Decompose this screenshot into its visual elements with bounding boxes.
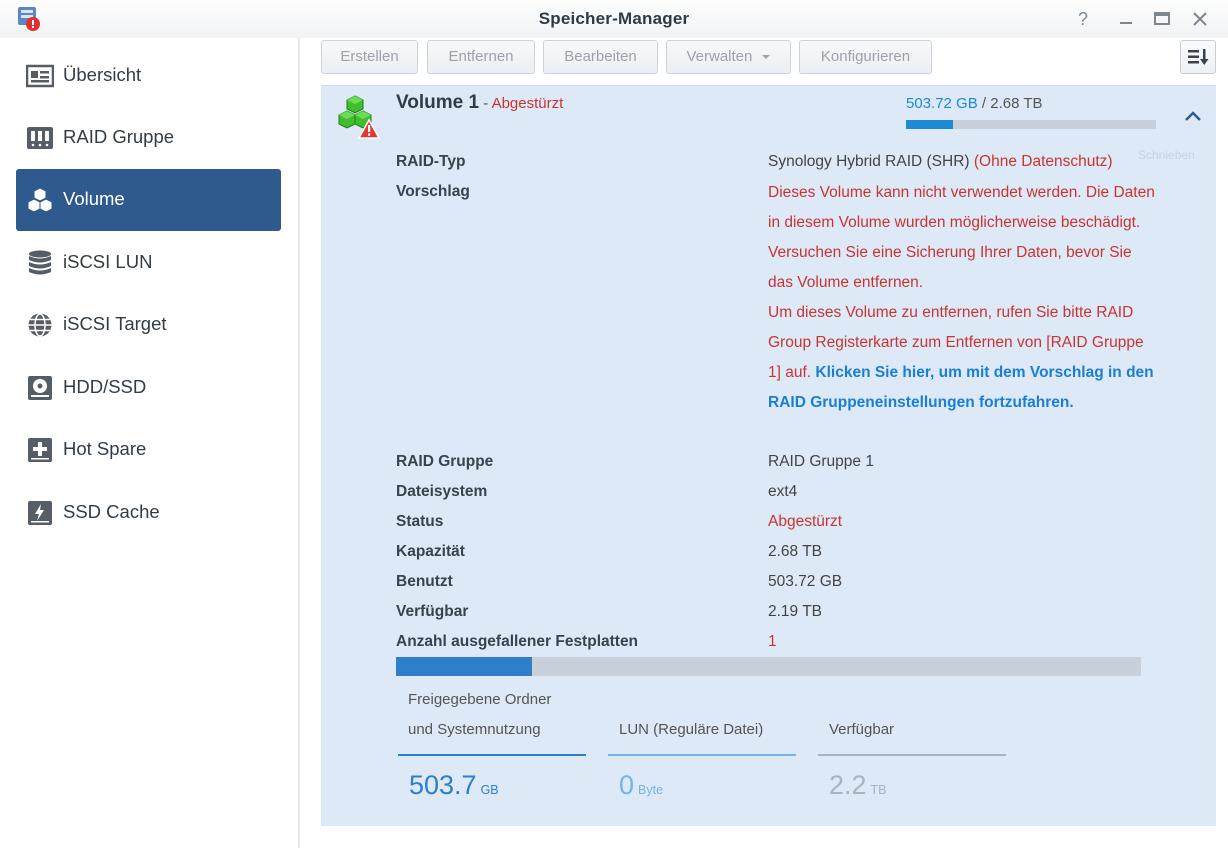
usage-separator: /	[977, 95, 991, 112]
stat-label-line2: LUN (Reguläre Datei)	[619, 721, 764, 738]
suggestion-text: Dieses Volume kann nicht verwendet werde…	[768, 178, 1158, 418]
usage-bar-fill	[396, 657, 533, 676]
stat-unit: GB	[480, 783, 499, 797]
plus-box-icon	[28, 438, 52, 462]
database-icon	[29, 250, 51, 275]
suggestion-paragraph-1: Dieses Volume kann nicht verwendet werde…	[768, 184, 1155, 291]
raid-group-label: RAID Gruppe	[396, 453, 494, 470]
status-value: Abgestürzt	[768, 513, 843, 530]
volume-used: 503.72 GB	[906, 95, 978, 112]
disk-icon	[28, 376, 52, 400]
volume-name: Volume 1	[396, 92, 480, 113]
sidebar-item-label: Volume	[63, 188, 125, 209]
sidebar-item-raid-group[interactable]: RAID Gruppe	[16, 107, 281, 169]
raid-type-label: RAID-Typ	[396, 153, 466, 170]
stat-unit: TB	[870, 783, 887, 797]
edit-button[interactable]: Bearbeiten	[543, 40, 658, 74]
volume-separator: -	[479, 95, 492, 112]
stat-underline-available	[818, 754, 1006, 756]
stat-underline-lun	[608, 754, 796, 756]
raid-type-text: Synology Hybrid RAID (SHR)	[768, 153, 970, 170]
filesystem-value: ext4	[768, 483, 798, 500]
manage-dropdown-button[interactable]: Verwalten	[666, 40, 791, 74]
suggestion-link[interactable]: Klicken Sie hier, um mit dem Vorschlag i…	[768, 364, 1154, 411]
sidebar-item-hdd-ssd[interactable]: HDD/SSD	[16, 357, 281, 419]
failed-disks-label: Anzahl ausgefallener Festplatten	[396, 633, 639, 650]
minimize-icon[interactable]	[1115, 8, 1137, 30]
status-label: Status	[396, 513, 444, 530]
collapse-chevron-up-icon[interactable]	[1180, 104, 1206, 130]
configure-button[interactable]: Konfigurieren	[799, 40, 932, 74]
sidebar-item-label: Übersicht	[63, 64, 142, 85]
stat-underline-shared-folders	[398, 754, 586, 756]
cache-icon	[28, 501, 52, 525]
chevron-down-icon	[761, 55, 770, 60]
available-label: Verfügbar	[396, 603, 469, 620]
remove-button[interactable]: Entfernen	[427, 40, 535, 74]
capacity-value: 2.68 TB	[768, 543, 823, 560]
stat-label-lun: LUN (Reguläre Datei)	[619, 715, 763, 745]
window-title: Speicher-Manager	[538, 9, 690, 28]
sort-button[interactable]	[1180, 40, 1216, 74]
stat-number: 503.7	[409, 770, 477, 800]
capacity-label: Kapazität	[396, 543, 465, 560]
volume-usage-mini-fill	[906, 120, 953, 129]
available-value: 2.19 TB	[768, 603, 823, 620]
stat-label-shared-folders: Freigegebene Ordner und Systemnutzung	[408, 685, 551, 745]
failed-disks-value: 1	[768, 633, 777, 650]
raid-icon	[27, 127, 53, 149]
sidebar-item-iscsi-target[interactable]: iSCSI Target	[16, 294, 281, 356]
volume-usage-mini-bar	[906, 120, 1156, 129]
suggestion-paragraph-2: Um dieses Volume zu entfernen, rufen Sie…	[768, 298, 1158, 418]
stat-unit: Byte	[638, 783, 664, 797]
volume-status-short: Abgestürzt	[491, 95, 564, 112]
sidebar-item-overview[interactable]: Übersicht	[16, 45, 281, 107]
stat-number: 2.2	[829, 770, 867, 800]
sidebar-item-hot-spare[interactable]: Hot Spare	[16, 419, 281, 481]
raid-type-note: (Ohne Datenschutz)	[973, 153, 1113, 170]
stat-label-line1: Freigegebene Ordner	[408, 691, 552, 708]
stat-value-available: 2.2 TB	[829, 770, 887, 801]
stat-value-shared-folders: 503.7 GB	[409, 770, 499, 801]
volume-cubes-warning-icon	[338, 95, 381, 139]
help-icon[interactable]: ?	[1072, 8, 1094, 30]
stat-label-available: Verfügbar	[829, 715, 894, 745]
usage-bar	[396, 657, 1141, 676]
close-icon[interactable]	[1189, 8, 1211, 30]
raid-type-value: Synology Hybrid RAID (SHR) (Ohne Datensc…	[768, 153, 1113, 171]
volume-usage-text: 503.72 GB / 2.68 TB	[906, 95, 1043, 112]
volume-title: Volume 1 - Abgestürzt	[396, 92, 563, 114]
raid-group-value: RAID Gruppe 1	[768, 453, 874, 470]
sidebar-item-iscsi-lun[interactable]: iSCSI LUN	[16, 232, 281, 294]
sidebar-item-label: Hot Spare	[63, 438, 147, 459]
sidebar: Übersicht RAID Gruppe Volume iSCSI LUN i…	[0, 38, 300, 848]
volume-total: 2.68 TB	[990, 95, 1043, 112]
sidebar-item-label: HDD/SSD	[63, 376, 147, 397]
sidebar-item-label: iSCSI LUN	[63, 251, 153, 272]
sidebar-item-label: RAID Gruppe	[63, 126, 175, 147]
sort-icon	[1188, 49, 1209, 65]
ghost-text: Schnieben	[1138, 148, 1195, 162]
sidebar-item-label: iSCSI Target	[63, 313, 167, 334]
suggestion-label: Vorschlag	[396, 183, 470, 200]
manage-label: Verwalten	[686, 48, 753, 65]
sidebar-item-label: SSD Cache	[63, 501, 160, 522]
create-button[interactable]: Erstellen	[321, 40, 418, 74]
stat-value-lun: 0 Byte	[619, 770, 663, 801]
cubes-icon	[27, 187, 53, 213]
stat-label-line2: und Systemnutzung	[408, 721, 541, 738]
stat-label-line2: Verfügbar	[829, 721, 895, 738]
title-bar: Speicher-Manager ?	[0, 0, 1228, 38]
sidebar-item-ssd-cache[interactable]: SSD Cache	[16, 482, 281, 544]
maximize-icon[interactable]	[1151, 8, 1173, 30]
overview-icon	[26, 64, 54, 88]
sidebar-item-volume[interactable]: Volume	[16, 169, 281, 231]
filesystem-label: Dateisystem	[396, 483, 488, 500]
stat-number: 0	[619, 770, 635, 800]
used-value: 503.72 GB	[768, 573, 843, 590]
globe-icon	[28, 313, 52, 337]
used-label: Benutzt	[396, 573, 453, 590]
